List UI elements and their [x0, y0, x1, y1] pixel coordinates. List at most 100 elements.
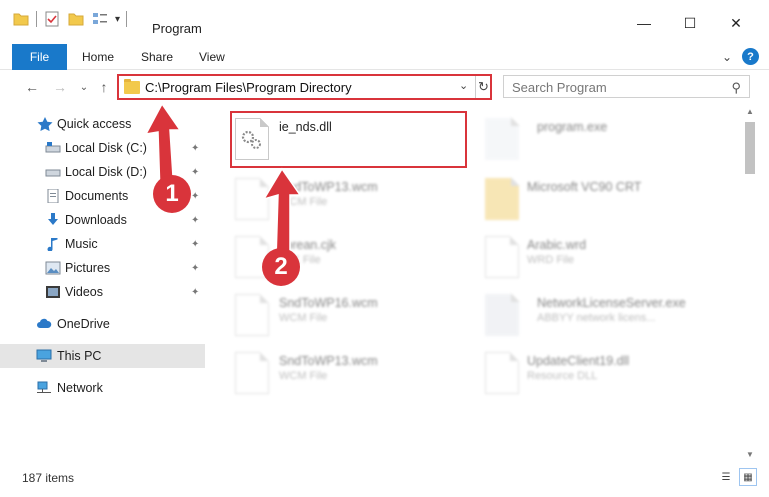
sidebar-item-videos[interactable]: Videos ✦: [0, 280, 205, 304]
file-icon: [235, 294, 269, 336]
toolbar-divider: [36, 11, 37, 27]
back-button[interactable]: ←: [22, 78, 42, 96]
sidebar-item-onedrive[interactable]: OneDrive: [0, 312, 205, 336]
file-item[interactable]: SndToWP13.wcm WCM File: [235, 348, 485, 408]
documents-icon: [47, 189, 59, 203]
ribbon-tabs: File Home Share View ⌄ ?: [0, 44, 769, 70]
title-bar: ▾ Program — ☐ ✕: [0, 0, 769, 44]
close-button[interactable]: ✕: [713, 12, 759, 34]
properties-icon[interactable]: [43, 10, 61, 28]
sidebar-item-network[interactable]: Network: [0, 376, 205, 400]
file-item[interactable]: Arabic.wrd WRD File: [485, 232, 735, 292]
maximize-button[interactable]: ☐: [667, 12, 713, 34]
step-1-badge: 1: [153, 175, 191, 213]
scroll-thumb[interactable]: [745, 122, 755, 174]
file-name: SndToWP13.wcm: [279, 354, 378, 368]
scroll-up-icon[interactable]: ▲: [746, 107, 754, 116]
file-icon: [485, 236, 519, 278]
file-name: SndToWP16.wcm: [279, 296, 378, 310]
pin-icon[interactable]: ✦: [191, 143, 199, 154]
sidebar-item-label: Documents: [65, 189, 129, 203]
pin-icon[interactable]: ✦: [191, 167, 199, 178]
address-path[interactable]: C:\Program Files\Program Directory: [145, 80, 352, 95]
tab-file[interactable]: File: [12, 44, 67, 70]
music-icon: [47, 238, 58, 251]
forward-button[interactable]: →: [50, 78, 70, 96]
tab-home[interactable]: Home: [82, 44, 114, 70]
window-title: Program: [152, 21, 202, 36]
pin-icon[interactable]: ✦: [191, 287, 199, 298]
search-input[interactable]: Search Program ⚲: [503, 75, 750, 98]
pin-icon[interactable]: ✦: [191, 239, 199, 250]
status-bar: 187 items ☰ ▦: [0, 462, 769, 497]
sidebar-item-music[interactable]: Music ✦: [0, 232, 205, 256]
minimize-button[interactable]: —: [621, 12, 667, 34]
qat-dropdown-icon[interactable]: ▾: [115, 14, 120, 25]
step-2-badge: 2: [262, 248, 300, 286]
sidebar-item-label: Local Disk (C:): [65, 141, 147, 155]
sidebar-item-label: Quick access: [57, 117, 132, 131]
sidebar-item-label: OneDrive: [57, 317, 110, 331]
sidebar-item-label: Downloads: [65, 213, 127, 227]
sidebar-item-this-pc[interactable]: This PC: [0, 344, 205, 368]
computer-icon: [36, 349, 52, 362]
sidebar-item-pictures[interactable]: Pictures ✦: [0, 256, 205, 280]
file-item[interactable]: SndToWP16.wcm WCM File: [235, 290, 485, 350]
file-name: program.exe: [537, 120, 608, 134]
sidebar-item-label: Local Disk (D:): [65, 165, 147, 179]
file-type: WRD File: [527, 254, 575, 266]
customize-view-icon[interactable]: [91, 10, 109, 28]
sidebar-item-label: Network: [57, 381, 103, 395]
pin-icon[interactable]: ✦: [191, 191, 199, 202]
drive-icon: [45, 169, 61, 177]
downloads-icon: [48, 213, 58, 225]
file-item[interactable]: Microsoft VC90 CRT: [485, 174, 735, 234]
sidebar-item-label: Music: [65, 237, 98, 251]
pin-icon[interactable]: ✦: [191, 215, 199, 226]
file-name: Arabic.wrd: [527, 238, 587, 252]
address-bar[interactable]: C:\Program Files\Program Directory ⌄ ↻: [117, 74, 492, 100]
folder-icon: [12, 10, 30, 28]
scroll-down-icon[interactable]: ▼: [746, 450, 754, 459]
file-item[interactable]: NetworkLicenseServer.exe ABBYY network l…: [485, 290, 735, 350]
tab-view[interactable]: View: [199, 44, 225, 70]
refresh-button[interactable]: ↻: [475, 76, 491, 98]
expand-ribbon-icon[interactable]: ⌄: [722, 50, 732, 64]
help-icon[interactable]: ?: [742, 48, 759, 65]
videos-icon: [46, 286, 60, 298]
file-name: NetworkLicenseServer.exe: [537, 296, 686, 310]
toolbar-divider: [126, 11, 128, 27]
sidebar-item-label: Videos: [65, 285, 103, 299]
item-count: 187 items: [22, 471, 75, 485]
search-icon[interactable]: ⚲: [731, 80, 741, 96]
sidebar-item-label: Pictures: [65, 261, 111, 275]
sidebar-item-label: This PC: [57, 349, 102, 363]
file-item-program-exe[interactable]: program.exe: [485, 114, 735, 174]
large-icons-view-icon[interactable]: ▦: [739, 468, 757, 486]
recent-locations-button[interactable]: ⌄: [74, 78, 94, 96]
exe-file-icon: [485, 117, 520, 160]
quick-access-toolbar: ▾: [12, 10, 128, 28]
file-type: Resource DLL: [527, 370, 598, 382]
details-view-icon[interactable]: ☰: [717, 468, 735, 486]
new-folder-icon[interactable]: [67, 10, 85, 28]
folder-icon: [124, 79, 140, 94]
file-item[interactable]: UpdateClient19.dll Resource DLL: [485, 348, 735, 408]
address-dropdown-icon[interactable]: ⌄: [459, 79, 468, 92]
dll-file-icon: [485, 352, 519, 394]
file-type: ABBYY network licens...: [537, 312, 656, 324]
vertical-scrollbar[interactable]: ▲ ▼: [742, 104, 759, 462]
pin-icon[interactable]: ✦: [191, 263, 199, 274]
file-type: WCM File: [279, 312, 328, 324]
file-type: WCM File: [279, 370, 328, 382]
network-icon: [37, 381, 51, 393]
tab-share[interactable]: Share: [141, 44, 173, 70]
address-row: ← → ⌄ ↑ C:\Program Files\Program Directo…: [0, 70, 769, 104]
up-button[interactable]: ↑: [94, 78, 114, 96]
file-name: UpdateClient19.dll: [527, 354, 630, 368]
search-placeholder: Search Program: [512, 80, 607, 95]
folder-icon: [485, 177, 520, 220]
star-icon: [37, 117, 53, 131]
file-name: Microsoft VC90 CRT: [527, 180, 642, 194]
pictures-icon: [45, 261, 61, 275]
